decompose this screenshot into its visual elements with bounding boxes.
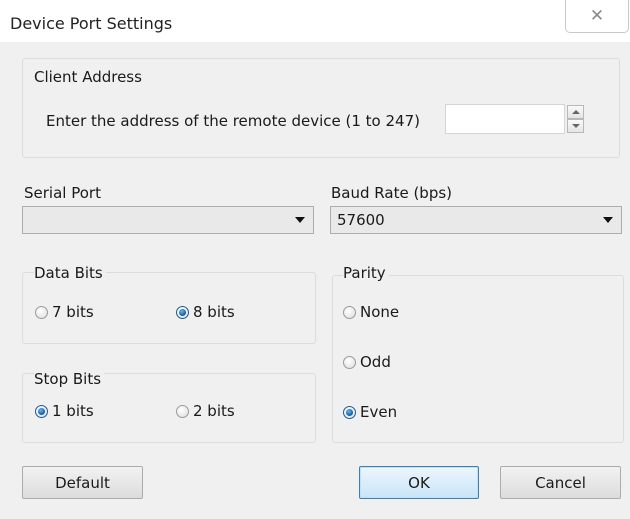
parity-none-label: None [360,303,400,321]
default-button[interactable]: Default [22,466,143,499]
parity-label: Parity [343,264,389,282]
client-address-label: Client Address [34,68,142,86]
radio-checked-icon [343,405,356,419]
chevron-down-icon [295,217,305,223]
radio-unchecked-icon [176,404,189,418]
close-button[interactable]: ✕ [565,0,629,33]
stop-bits-2-radio[interactable]: 2 bits [176,402,235,420]
spin-up-button[interactable] [567,105,584,119]
radio-checked-icon [35,404,48,418]
stop-bits-1-radio[interactable]: 1 bits [35,402,94,420]
stop-bits-2-label: 2 bits [193,402,235,420]
serial-port-label: Serial Port [24,184,101,202]
parity-none-radio[interactable]: None [343,303,399,321]
baud-rate-value: 57600 [337,211,385,229]
baud-rate-select[interactable]: 57600 [330,206,622,234]
chevron-down-icon [571,124,580,128]
window-title: Device Port Settings [10,14,173,33]
spin-down-button[interactable] [567,119,584,133]
chevron-down-icon [603,217,613,223]
cancel-button[interactable]: Cancel [500,466,621,499]
radio-unchecked-icon [343,355,356,369]
data-bits-8-label: 8 bits [193,303,235,321]
parity-even-radio[interactable]: Even [343,403,397,421]
radio-unchecked-icon [35,305,48,319]
stop-bits-label: Stop Bits [34,370,105,388]
title-bar: Device Port Settings ✕ [0,0,630,42]
data-bits-8-radio[interactable]: 8 bits [176,303,235,321]
radio-checked-icon [176,305,189,319]
serial-port-select[interactable] [22,206,314,234]
baud-rate-label: Baud Rate (bps) [331,184,453,202]
chevron-up-icon [571,110,580,114]
close-icon: ✕ [589,6,605,26]
data-bits-7-radio[interactable]: 7 bits [35,303,94,321]
parity-even-label: Even [360,403,398,421]
client-address-prompt: Enter the address of the remote device (… [46,112,420,130]
parity-odd-label: Odd [360,353,391,371]
stop-bits-1-label: 1 bits [52,402,94,420]
data-bits-label: Data Bits [34,264,106,282]
client-address-input[interactable] [445,104,565,134]
parity-odd-radio[interactable]: Odd [343,353,391,371]
ok-button[interactable]: OK [359,466,479,499]
data-bits-7-label: 7 bits [52,303,94,321]
radio-unchecked-icon [343,305,356,319]
